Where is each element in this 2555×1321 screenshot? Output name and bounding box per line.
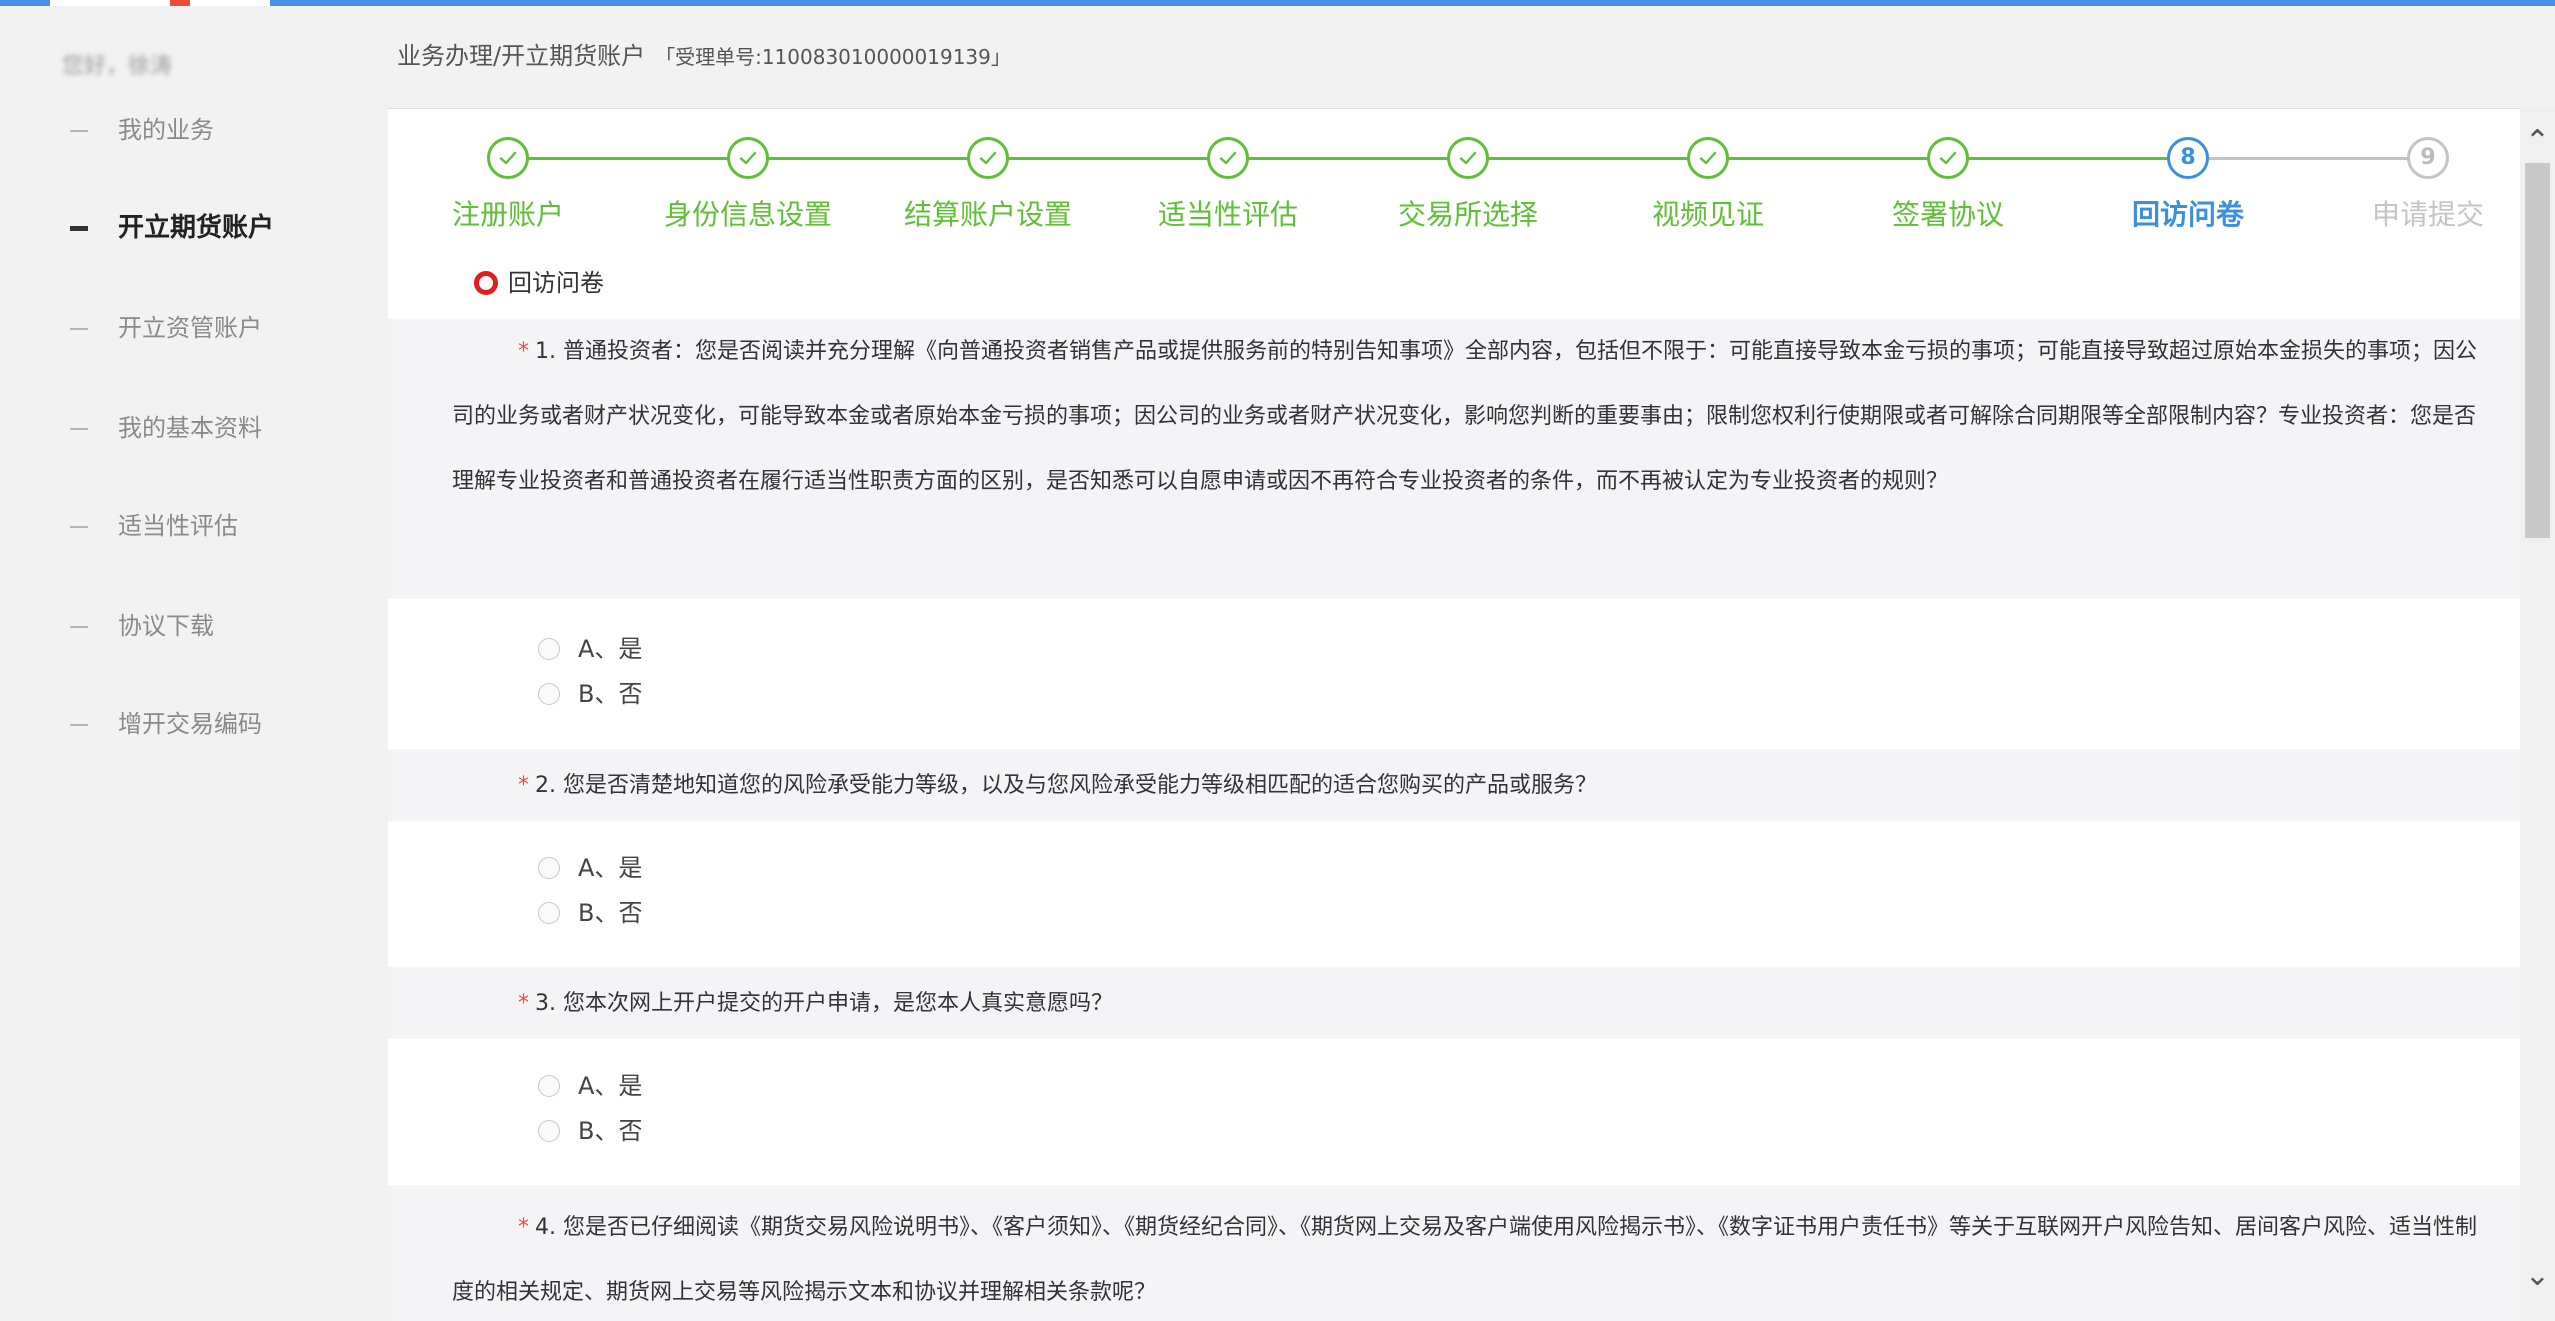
question-text: * 2. 您是否清楚地知道您的风险承受能力等级，以及与您风险承受能力等级相匹配的适… (452, 753, 2480, 818)
breadcrumb: 业务办理/开立期货账户 「受理单号:110083010000019139」 (397, 36, 1011, 71)
required-marker: * (518, 1215, 529, 1240)
option-q1-a[interactable]: A、是 (538, 633, 642, 665)
radio-icon[interactable] (538, 1075, 560, 1097)
check-icon (1207, 137, 1249, 179)
progress-steps: 注册账户 身份信息设置 结算账户设置 适当性评估 交易所选择 视频见证 签署协议… (388, 109, 2520, 241)
check-icon (487, 137, 529, 179)
sidebar-item-label: 我的基本资料 (118, 414, 262, 442)
required-marker: * (518, 773, 529, 798)
dash-icon (70, 226, 88, 231)
sidebar-item-open-futures-account[interactable]: 开立期货账户 (70, 208, 274, 248)
step-label: 注册账户 (451, 198, 564, 231)
check-icon (727, 137, 769, 179)
check-icon (1927, 137, 1969, 179)
user-greeting: 您好，徐涛 (62, 54, 173, 79)
sidebar-item-my-business[interactable]: 我的业务 (70, 110, 214, 150)
option-q3-a[interactable]: A、是 (538, 1070, 642, 1102)
sidebar-item-label: 协议下载 (118, 612, 214, 640)
option-label: A、是 (578, 854, 643, 882)
question-text: * 1. 普通投资者：您是否阅读并充分理解《向普通投资者销售产品或提供服务前的特别… (452, 319, 2480, 514)
check-icon (967, 137, 1009, 179)
step-label: 签署协议 (1891, 198, 2004, 231)
step-label: 适当性评估 (1157, 198, 1298, 231)
section-title: 回访问卷 (474, 263, 604, 298)
dash-icon (70, 626, 88, 628)
main-panel: 注册账户 身份信息设置 结算账户设置 适当性评估 交易所选择 视频见证 签署协议… (388, 108, 2520, 1321)
question-body: 2. 您是否清楚地知道您的风险承受能力等级，以及与您风险承受能力等级相匹配的适合… (535, 773, 1597, 798)
order-number: 「受理单号:110083010000019139」 (655, 45, 1011, 69)
dash-icon (70, 428, 88, 430)
sidebar-item-basic-info[interactable]: 我的基本资料 (70, 408, 262, 448)
breadcrumb-path: 业务办理/开立期货账户 (397, 42, 646, 70)
question-body: 3. 您本次网上开户提交的开户申请，是您本人真实意愿吗？ (535, 991, 1113, 1016)
question-block: * 1. 普通投资者：您是否阅读并充分理解《向普通投资者销售产品或提供服务前的特别… (388, 319, 2520, 599)
question-block: * 4. 您是否已仔细阅读《期货交易风险说明书》、《客户须知》、《期货经纪合同》、… (388, 1185, 2520, 1321)
section-title-text: 回访问卷 (508, 269, 604, 297)
dash-icon (70, 526, 88, 528)
radio-icon[interactable] (538, 902, 560, 924)
step-label: 视频见证 (1651, 198, 1764, 231)
sidebar-item-label: 开立期货账户 (118, 213, 275, 243)
option-label: A、是 (578, 1072, 643, 1100)
sidebar-item-label: 开立资管账户 (118, 314, 262, 342)
radio-icon[interactable] (538, 1120, 560, 1142)
step-number: 9 (2407, 137, 2449, 179)
scrollbar-thumb[interactable] (2525, 163, 2550, 538)
sidebar-item-label: 我的业务 (118, 116, 214, 144)
option-label: B、否 (578, 680, 643, 708)
option-label: B、否 (578, 1117, 643, 1145)
sidebar-item-add-trading-code[interactable]: 增开交易编码 (70, 704, 262, 744)
question-text: * 3. 您本次网上开户提交的开户申请，是您本人真实意愿吗？ (452, 971, 2480, 1036)
step-number: 8 (2167, 137, 2209, 179)
option-q3-b[interactable]: B、否 (538, 1115, 642, 1147)
question-body: 1. 普通投资者：您是否阅读并充分理解《向普通投资者销售产品或提供服务前的特别告… (452, 339, 2477, 494)
step-label: 回访问卷 (2131, 198, 2244, 231)
question-block: * 2. 您是否清楚地知道您的风险承受能力等级，以及与您风险承受能力等级相匹配的适… (388, 749, 2520, 821)
sidebar-item-label: 增开交易编码 (118, 710, 262, 738)
option-q2-a[interactable]: A、是 (538, 852, 642, 884)
step-label: 结算账户设置 (903, 198, 1072, 231)
option-q1-b[interactable]: B、否 (538, 678, 642, 710)
sidebar-item-agreement-download[interactable]: 协议下载 (70, 606, 214, 646)
sidebar-item-open-asset-mgmt-account[interactable]: 开立资管账户 (70, 308, 262, 348)
option-label: A、是 (578, 635, 643, 663)
sidebar-item-label: 适当性评估 (118, 512, 238, 540)
question-block: * 3. 您本次网上开户提交的开户申请，是您本人真实意愿吗？ (388, 967, 2520, 1039)
vertical-scrollbar[interactable]: ⌃ ⌄ (2520, 108, 2555, 1320)
radio-icon[interactable] (538, 683, 560, 705)
question-body: 4. 您是否已仔细阅读《期货交易风险说明书》、《客户须知》、《期货经纪合同》、《… (452, 1215, 2477, 1305)
dash-icon (70, 130, 88, 132)
scroll-up-icon[interactable]: ⌃ (2520, 122, 2555, 162)
step-label: 身份信息设置 (663, 198, 832, 231)
section-marker-icon (474, 271, 498, 295)
scroll-down-icon[interactable]: ⌄ (2520, 1256, 2555, 1296)
option-label: B、否 (578, 899, 643, 927)
sidebar-item-suitability[interactable]: 适当性评估 (70, 506, 238, 546)
step-label: 申请提交 (2371, 198, 2484, 231)
dash-icon (70, 328, 88, 330)
sidebar: 您好，徐涛 我的业务 开立期货账户 开立资管账户 我的基本资料 适当性评估 协议… (0, 6, 388, 1320)
radio-icon[interactable] (538, 857, 560, 879)
check-icon (1687, 137, 1729, 179)
required-marker: * (518, 339, 529, 364)
question-text: * 4. 您是否已仔细阅读《期货交易风险说明书》、《客户须知》、《期货经纪合同》、… (452, 1195, 2480, 1321)
check-icon (1447, 137, 1489, 179)
dash-icon (70, 724, 88, 726)
option-q2-b[interactable]: B、否 (538, 897, 642, 929)
radio-icon[interactable] (538, 638, 560, 660)
step-label: 交易所选择 (1397, 198, 1538, 231)
required-marker: * (518, 991, 529, 1016)
